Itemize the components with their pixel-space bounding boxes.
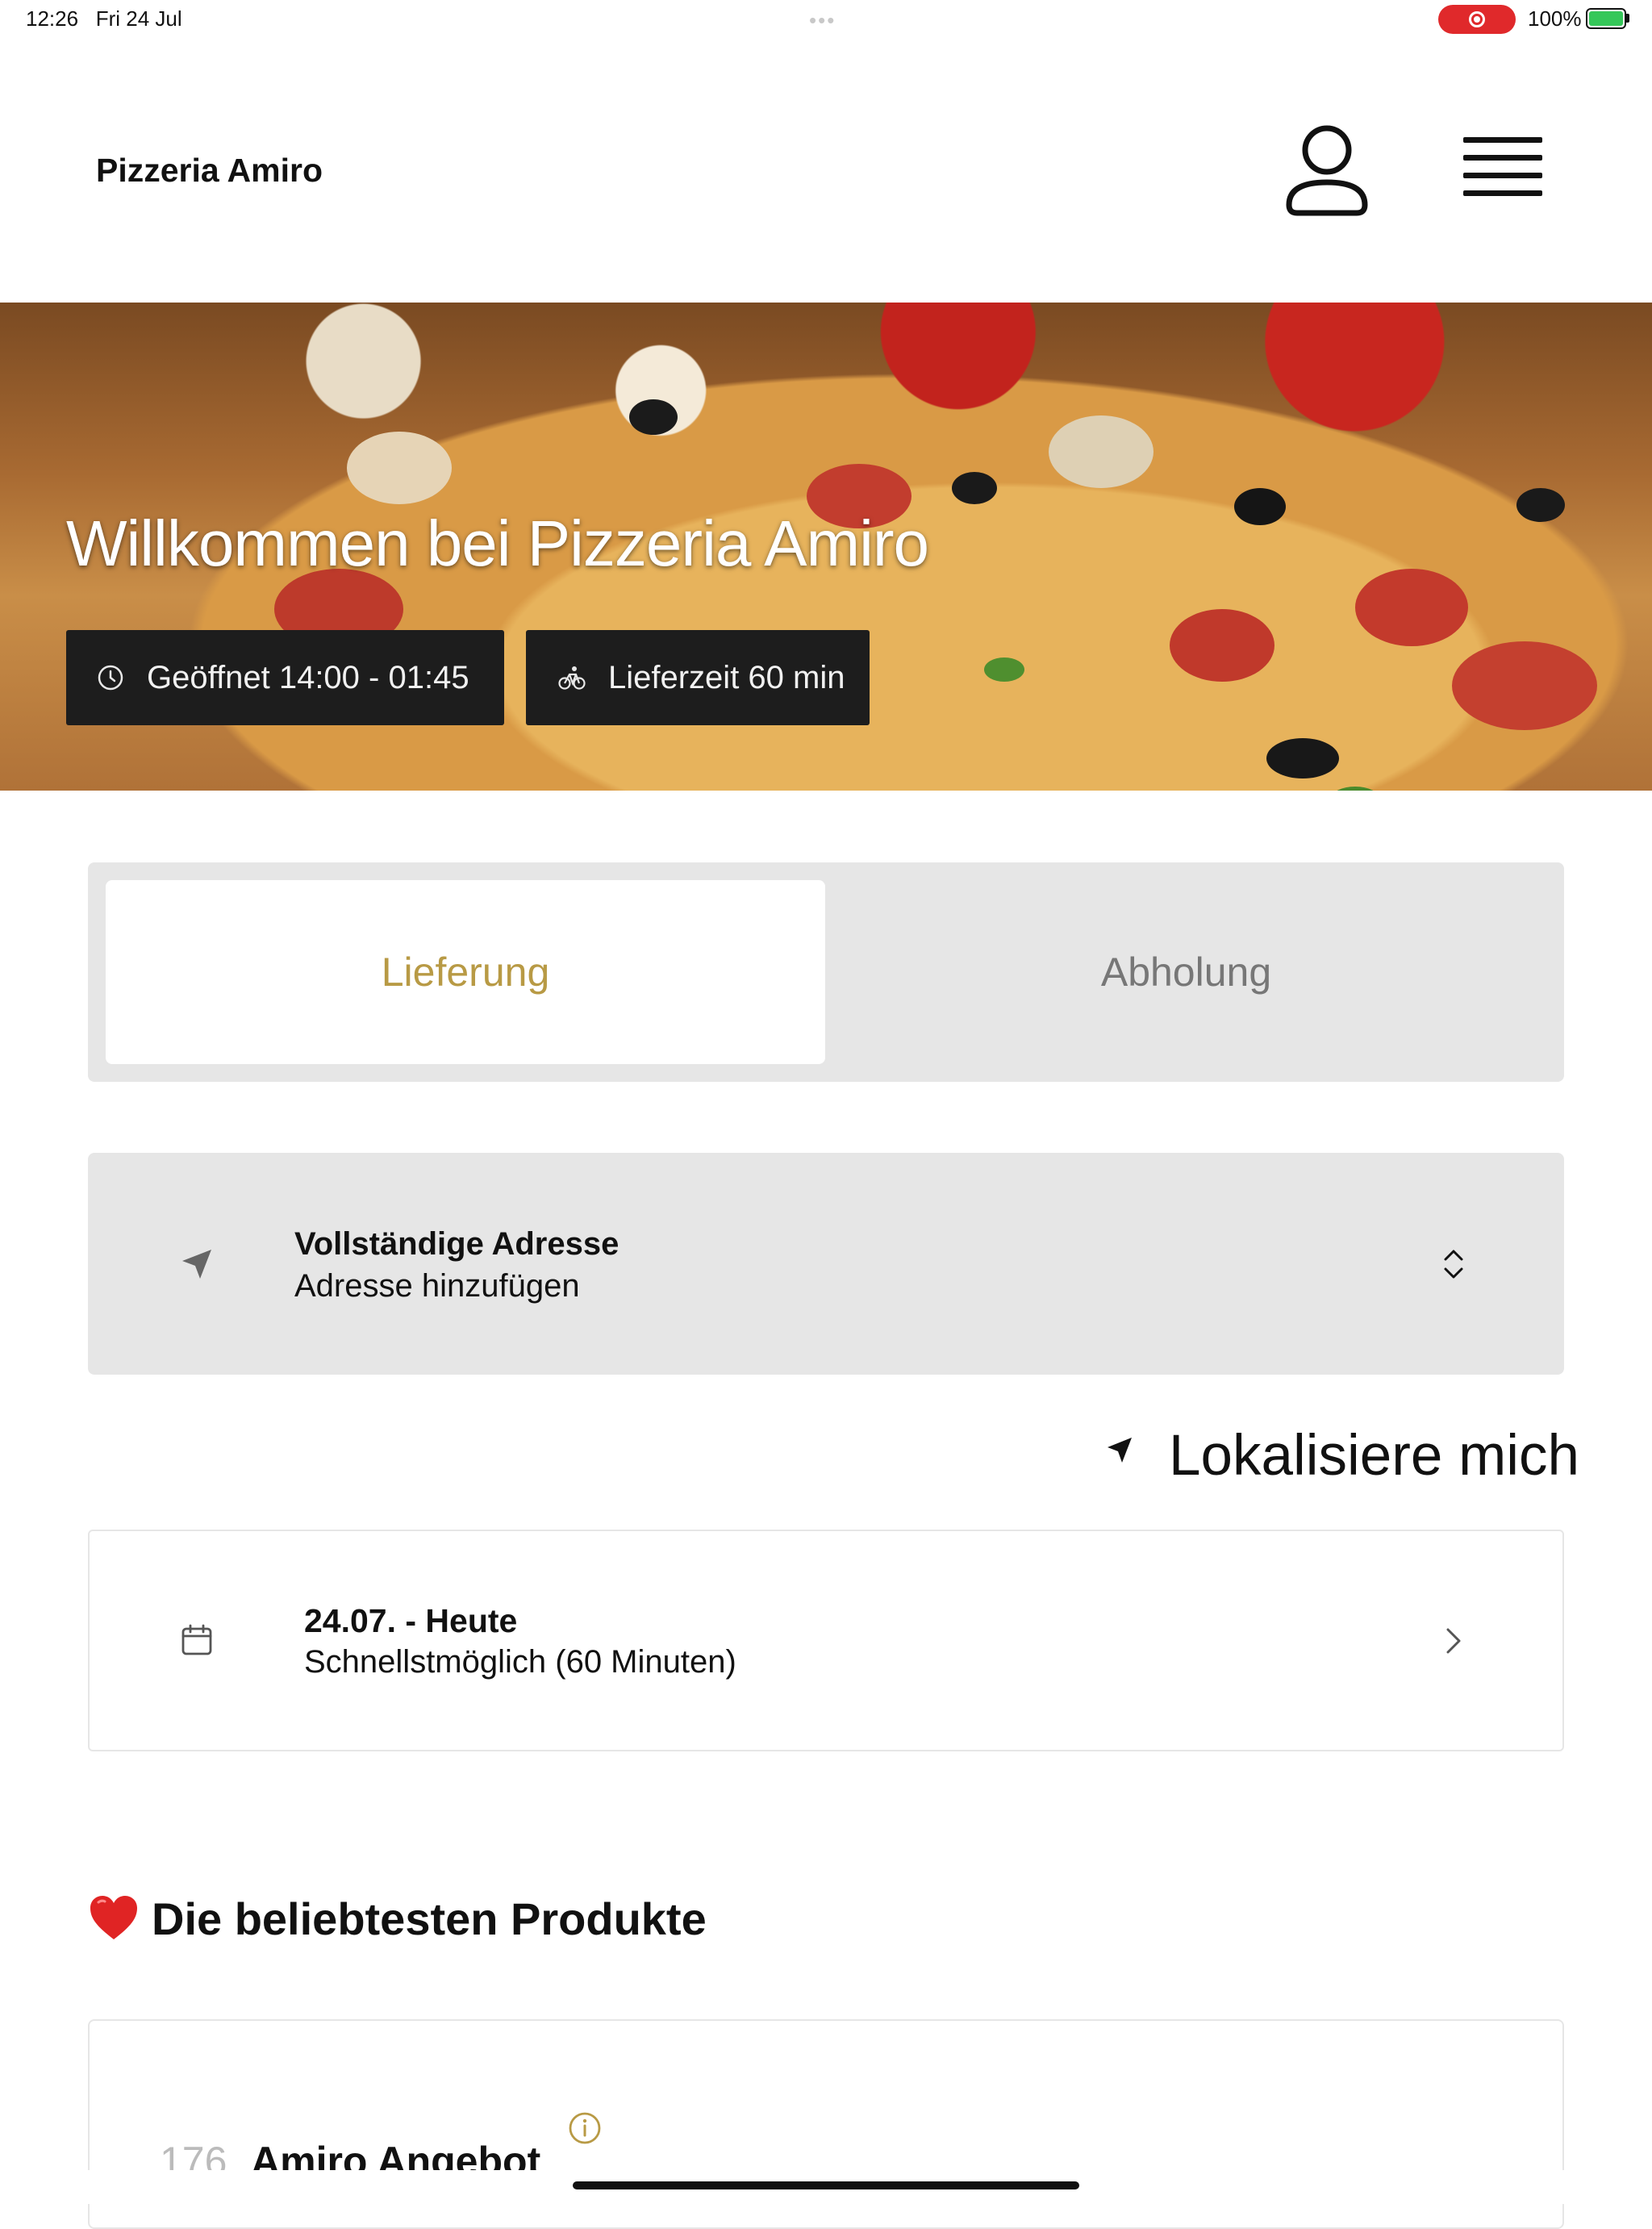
hamburger-menu-icon[interactable] — [1457, 129, 1546, 210]
battery-icon — [1586, 8, 1626, 29]
hero-title: Willkommen bei Pizzeria Amiro — [66, 507, 929, 579]
tab-abholung[interactable]: Abholung — [826, 880, 1546, 1064]
battery-cap — [1626, 14, 1629, 23]
bicycle-icon — [558, 666, 586, 690]
opening-hours-text: Geöffnet 14:00 - 01:45 — [147, 659, 469, 695]
brand-title[interactable]: Pizzeria Amiro — [96, 152, 323, 190]
location-arrow-icon[interactable] — [1105, 1436, 1134, 1465]
calendar-icon — [181, 1624, 212, 1655]
order-type-segmented-control: Lieferung Abholung — [88, 862, 1564, 1082]
locate-me-link[interactable]: Lokalisiere mich — [1169, 1423, 1579, 1488]
battery-percent: 100% — [1528, 6, 1582, 31]
chevron-right-icon — [1446, 1628, 1461, 1654]
address-subtitle: Adresse hinzufügen — [294, 1268, 580, 1304]
home-indicator[interactable] — [573, 2181, 1079, 2189]
delivery-time-chip: Lieferzeit 60 min — [526, 630, 870, 725]
opening-hours-chip: Geöffnet 14:00 - 01:45 — [66, 630, 504, 725]
date-title: 24.07. - Heute — [304, 1602, 518, 1639]
delivery-time-text: Lieferzeit 60 min — [608, 659, 845, 695]
clock-icon — [98, 665, 123, 691]
record-icon[interactable] — [1438, 5, 1516, 34]
date-subtitle: Schnellstmöglich (60 Minuten) — [304, 1644, 736, 1680]
chevron-up-down-icon — [1444, 1250, 1463, 1279]
address-title: Vollständige Adresse — [294, 1226, 620, 1262]
address-selector[interactable] — [88, 1153, 1564, 1375]
navigation-arrow-icon — [182, 1250, 211, 1279]
status-time-date: 12:26 Fri 24 Jul — [26, 6, 182, 31]
heart-icon — [90, 1896, 137, 1939]
popular-products-heading: Die beliebtesten Produkte — [152, 1893, 707, 1944]
delivery-time-selector[interactable] — [88, 1530, 1564, 1751]
user-icon[interactable] — [1283, 121, 1371, 221]
tab-lieferung[interactable]: Lieferung — [106, 880, 825, 1064]
multitasking-dots[interactable]: ••• — [809, 8, 836, 33]
info-icon[interactable] — [568, 2111, 602, 2145]
